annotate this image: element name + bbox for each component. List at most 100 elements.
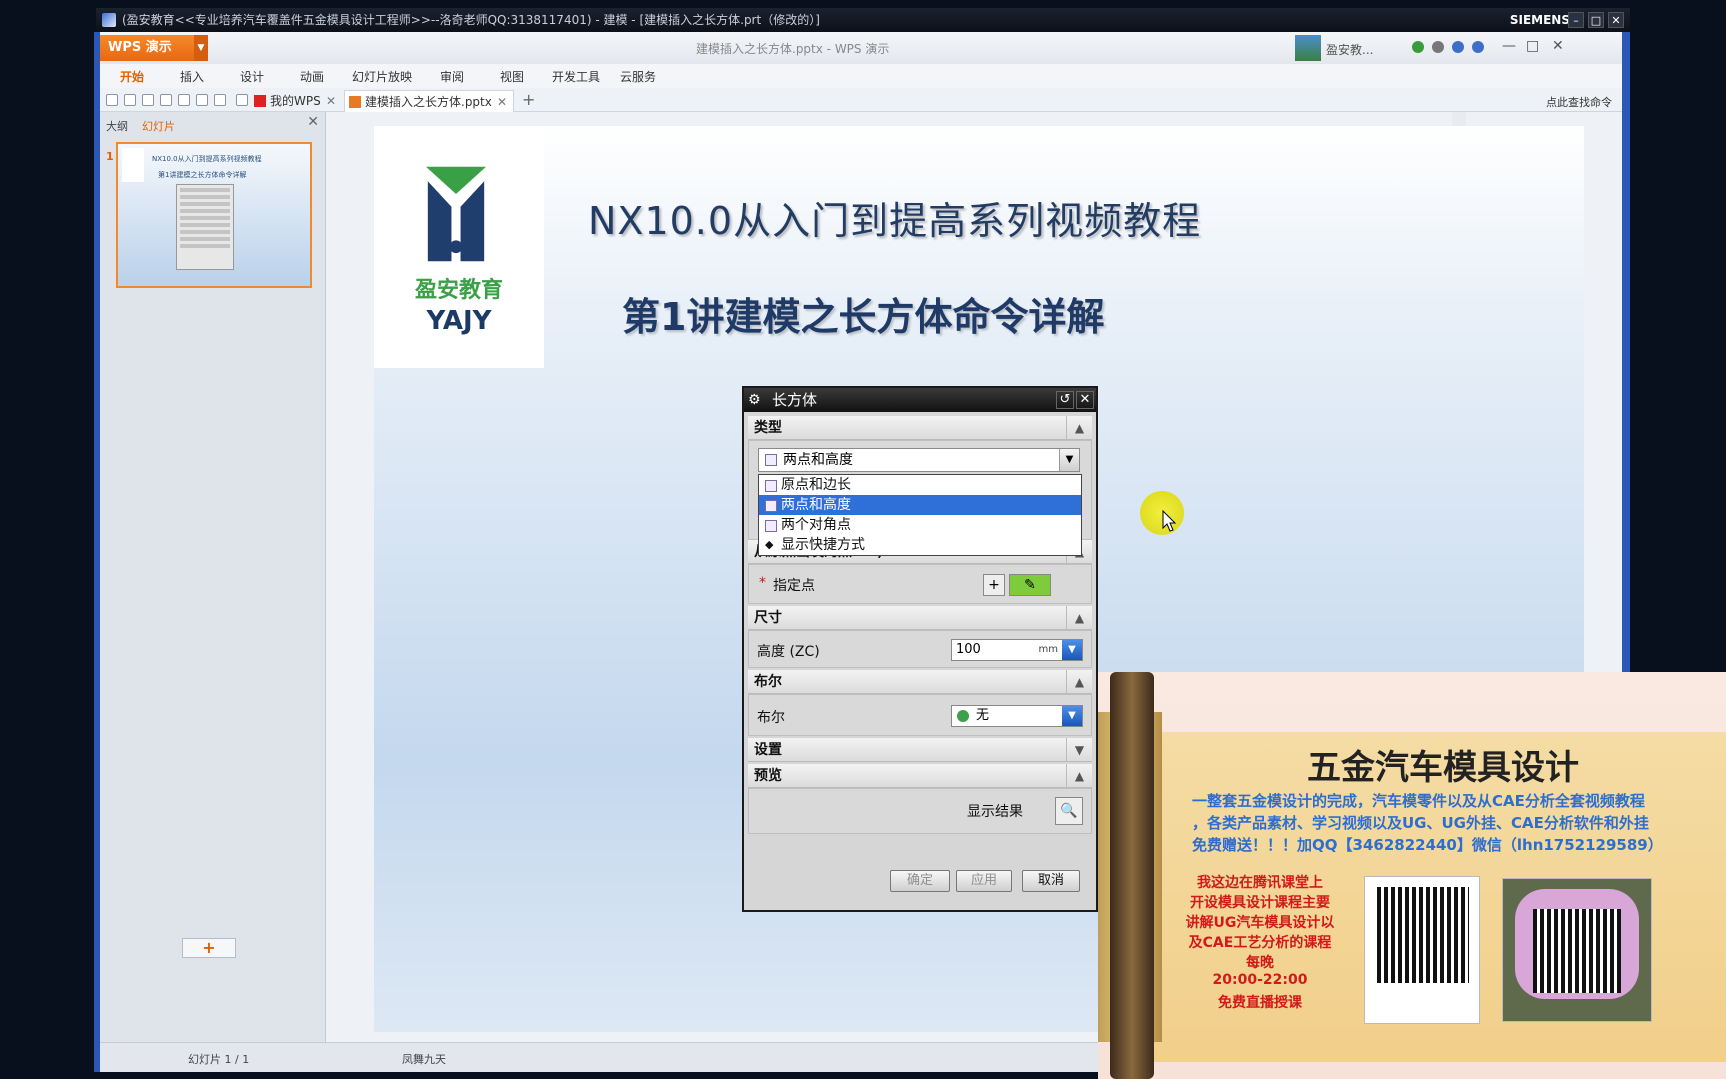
chevron-down-icon[interactable]: ▼ (1066, 738, 1092, 762)
thumbnail-title: NX10.0从入门到提高系列视频教程 (152, 155, 262, 163)
mouse-cursor-icon (1162, 510, 1176, 532)
undo-icon[interactable] (196, 94, 208, 106)
type-option-two-points-height[interactable]: 两点和高度 (759, 495, 1081, 515)
dialog-title: 长方体 (772, 391, 818, 409)
save-icon[interactable] (124, 94, 136, 106)
section-preview-body: 显示结果 🔍 (748, 788, 1092, 834)
boolean-select[interactable]: 无 ▼ (951, 705, 1083, 727)
tab-insert[interactable]: 插入 (180, 68, 204, 85)
close-icon[interactable]: ✕ (1076, 391, 1094, 409)
type-option-label: 两个对角点 (781, 517, 851, 533)
thumbnail-dialog (176, 184, 234, 270)
tab-outline[interactable]: 大纲 (106, 118, 128, 134)
chevron-down-icon[interactable]: ▼ (1059, 449, 1079, 471)
gear-icon[interactable]: ⚙ (748, 388, 761, 412)
wps-app-menu-button[interactable]: WPS 演示 ▼ (100, 35, 208, 61)
tab-design[interactable]: 设计 (240, 68, 264, 85)
section-settings[interactable]: 设置 ▼ (748, 738, 1092, 762)
chevron-up-icon[interactable]: ▲ (1066, 764, 1092, 788)
section-dimension-label: 尺寸 (754, 610, 782, 626)
status-slide-count: 幻灯片 1 / 1 (188, 1053, 250, 1066)
ad-red-line-1: 我这边在腾讯课堂上 (1197, 875, 1323, 891)
snap-point-icon[interactable]: ✎ (1009, 574, 1051, 596)
height-input[interactable]: 100 mm ▼ (951, 639, 1083, 661)
logo: 盈安教育 YAJY (374, 126, 544, 368)
close-icon[interactable]: ✕ (1552, 38, 1564, 54)
pptx-icon (349, 96, 361, 108)
print-icon[interactable] (160, 94, 172, 106)
section-origin-body: * 指定点 + ✎ (748, 564, 1092, 604)
customize-icon[interactable] (236, 94, 248, 106)
minimize-icon[interactable]: — (1502, 38, 1516, 54)
tab-slides[interactable]: 幻灯片 (142, 118, 175, 134)
restore-icon[interactable]: □ (1526, 38, 1539, 54)
close-tab-icon[interactable]: ✕ (497, 91, 507, 113)
ad-red-line-2: 开设模具设计课程主要 (1190, 895, 1330, 911)
tab-view[interactable]: 视图 (500, 68, 524, 85)
add-slide-button[interactable]: + (182, 938, 236, 958)
magnifier-icon[interactable]: 🔍 (1055, 797, 1083, 825)
tab-animation[interactable]: 动画 (300, 68, 324, 85)
open-icon[interactable] (106, 94, 118, 106)
user-name[interactable]: 盈安教... (1326, 41, 1373, 58)
chevron-up-icon[interactable]: ▲ (1066, 606, 1092, 630)
tab-review[interactable]: 审阅 (440, 68, 464, 85)
apply-button[interactable]: 应用 (956, 870, 1012, 892)
chevron-up-icon[interactable]: ▲ (1066, 416, 1092, 440)
point-dialog-icon[interactable]: + (983, 574, 1005, 596)
new-tab-icon[interactable]: + (522, 90, 535, 109)
cloud-icon[interactable] (1412, 41, 1424, 53)
logo-text-cn: 盈安教育 (414, 278, 503, 303)
chevron-up-icon[interactable]: ▲ (1066, 670, 1092, 694)
boolean-value: 无 (976, 708, 990, 723)
tab-slideshow[interactable]: 幻灯片放映 (352, 68, 412, 85)
screen: (盈安教育<<专业培养汽车覆盖件五金模具设计工程师>>--洛奇老师QQ:3138… (0, 0, 1726, 1079)
nx-frame-right (1622, 32, 1630, 672)
chevron-down-icon[interactable]: ▼ (1062, 706, 1082, 726)
reset-icon[interactable]: ↺ (1056, 391, 1074, 409)
thumbnail-logo (122, 148, 144, 182)
tab-developer[interactable]: 开发工具 (552, 68, 600, 85)
required-star: * (759, 575, 766, 591)
close-tab-icon[interactable]: ✕ (326, 90, 336, 112)
ad-red-line-3: 讲解UG汽车模具设计以 (1185, 915, 1335, 931)
redo-icon[interactable] (214, 94, 226, 106)
nx-window-title: (盈安教育<<专业培养汽车覆盖件五金模具设计工程师>>--洛奇老师QQ:3138… (122, 13, 820, 27)
find-command[interactable]: 点此查找命令 (1546, 94, 1612, 110)
avatar[interactable] (1295, 35, 1321, 61)
height-unit: mm (1038, 644, 1058, 655)
tab-my-wps[interactable]: 我的WPS ✕ (250, 90, 342, 112)
section-dimension[interactable]: 尺寸 ▲ (748, 606, 1092, 630)
print-preview-icon[interactable] (178, 94, 190, 106)
help-icon[interactable] (1472, 41, 1484, 53)
minimize-icon[interactable]: – (1568, 12, 1584, 28)
chevron-down-icon[interactable]: ▼ (1062, 640, 1082, 660)
chevron-down-icon[interactable]: ▼ (194, 35, 208, 61)
maximize-icon[interactable]: □ (1588, 12, 1604, 28)
tab-home[interactable]: 开始 (120, 68, 144, 85)
gear-icon[interactable] (1432, 41, 1444, 53)
type-option-two-diagonal[interactable]: 两个对角点 (759, 515, 1081, 535)
specify-point-label: 指定点 (773, 578, 815, 594)
ad-content: 五金汽车模具设计 一整套五金模设计的完成，汽车模零件以及从CAE分析全套视频教程… (1160, 672, 1726, 1079)
arrow-left-icon: ◆ (765, 538, 774, 551)
type-option-origin-edge[interactable]: 原点和边长 (759, 475, 1081, 495)
close-icon[interactable]: ✕ (307, 114, 319, 130)
slide-thumbnail[interactable]: NX10.0从入门到提高系列视频教程 第1讲建模之长方体命令详解 (116, 142, 312, 288)
skin-icon[interactable] (1452, 41, 1464, 53)
boolean-label: 布尔 (757, 710, 785, 726)
section-preview[interactable]: 预览 ▲ (748, 764, 1092, 788)
ok-button[interactable]: 确定 (890, 870, 950, 892)
slide-number: 1 (106, 150, 114, 163)
section-type[interactable]: 类型 ▲ (748, 416, 1092, 440)
tab-cloud[interactable]: 云服务 (620, 68, 656, 85)
close-icon[interactable]: ✕ (1608, 12, 1624, 28)
save-as-icon[interactable] (142, 94, 154, 106)
tab-document[interactable]: 建模插入之长方体.pptx ✕ (344, 90, 514, 112)
type-select[interactable]: 两点和高度 ▼ (758, 448, 1080, 472)
type-option-label: 两点和高度 (781, 497, 851, 513)
cancel-button[interactable]: 取消 (1022, 870, 1080, 892)
type-option-show-shortcuts[interactable]: ◆ 显示快捷方式 (759, 535, 1081, 555)
section-dimension-body: 高度 (ZC) 100 mm ▼ (748, 630, 1092, 668)
section-boolean[interactable]: 布尔 ▲ (748, 670, 1092, 694)
